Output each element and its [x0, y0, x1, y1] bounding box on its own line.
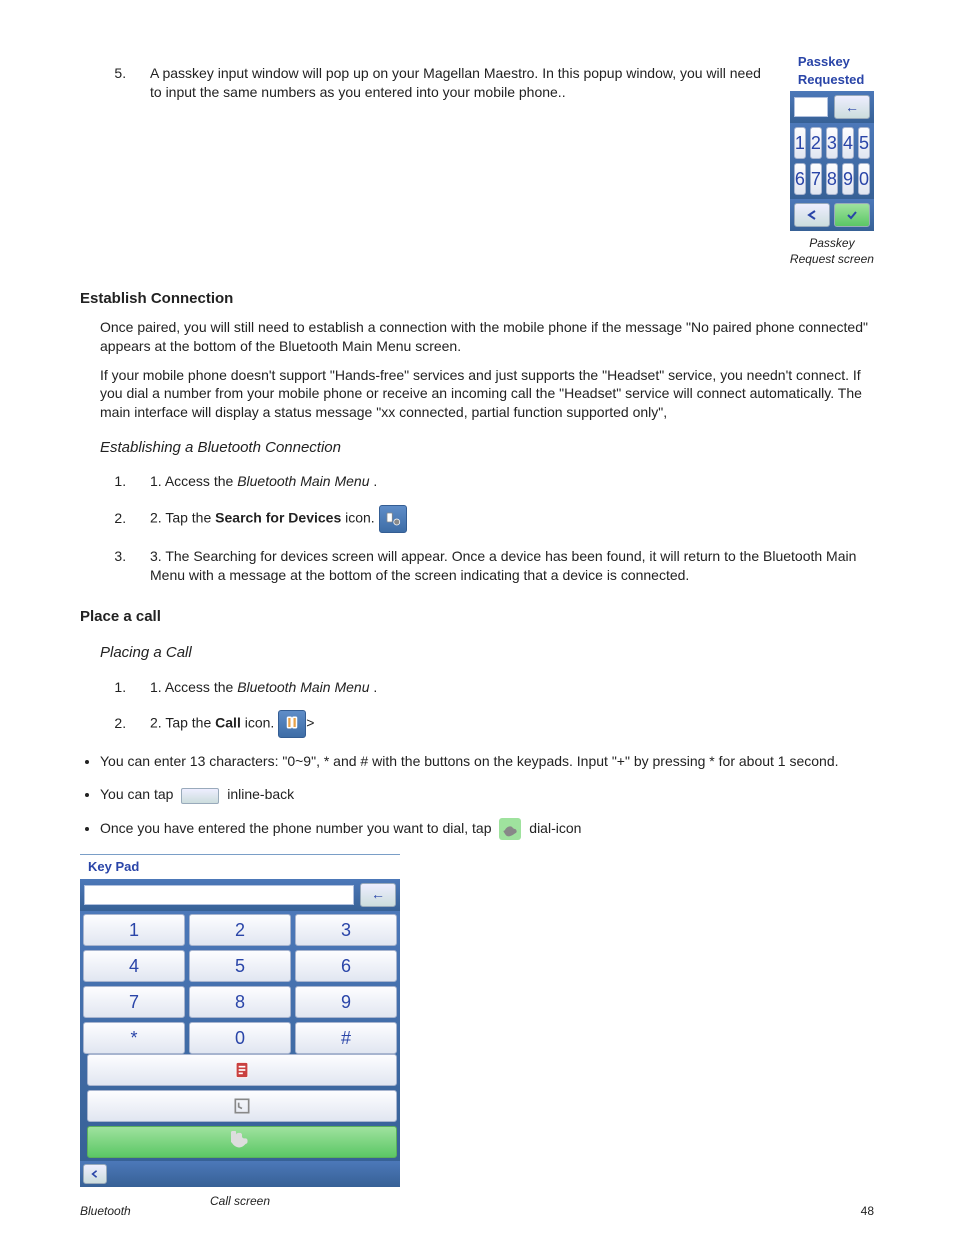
keypad-key-7[interactable]: 7 — [83, 986, 185, 1018]
keypad-nav-bar — [80, 1161, 400, 1187]
establish-para-2: If your mobile phone doesn't support "Ha… — [100, 366, 874, 423]
inline-dial-icon — [499, 818, 521, 840]
keypad-history-button[interactable] — [87, 1090, 397, 1122]
keypad-screen: Key Pad ← 1 2 3 4 5 6 7 8 9 * 0 # — [80, 854, 400, 1209]
placing-bullet-3: Once you have entered the phone number y… — [100, 818, 874, 840]
placing-step-2: 2. Tap the Call icon. > — [130, 710, 874, 738]
passkey-back-button[interactable]: ← — [834, 95, 870, 119]
keypad-key-1[interactable]: 1 — [83, 914, 185, 946]
passkey-nav-bar — [790, 199, 874, 231]
keypad-figure-wrap: Key Pad ← 1 2 3 4 5 6 7 8 9 * 0 # — [80, 854, 874, 1209]
footer-right: 48 — [861, 1203, 874, 1219]
passkey-key-0[interactable]: 0 — [858, 163, 870, 195]
passkey-screen: Passkey Requested ← 1 2 3 4 5 6 7 8 9 0 — [790, 50, 874, 267]
search-devices-icon — [379, 505, 407, 533]
keypad-contacts-button[interactable] — [87, 1054, 397, 1086]
keypad-key-8[interactable]: 8 — [189, 986, 291, 1018]
establish-step1-text: Access the Bluetooth Main Menu . — [165, 473, 377, 489]
passkey-nav-back[interactable] — [794, 203, 830, 227]
keypad-dial-button[interactable] — [87, 1126, 397, 1158]
inline-back-icon — [181, 788, 219, 804]
keypad-back-button[interactable]: ← — [360, 883, 396, 907]
passkey-key-1[interactable]: 1 — [794, 127, 806, 159]
keypad-input-field — [84, 885, 354, 905]
section-establish-heading: Establish Connection — [80, 289, 874, 309]
step5-row: A passkey input window will pop up on yo… — [80, 50, 874, 267]
section-place-heading: Place a call — [80, 607, 874, 627]
step5-item: A passkey input window will pop up on yo… — [130, 64, 770, 102]
keypad-number-grid: 1 2 3 4 5 6 7 8 9 * 0 # — [83, 914, 397, 1054]
keypad-key-6[interactable]: 6 — [295, 950, 397, 982]
subhead-establishing: Establishing a Bluetooth Connection — [100, 438, 874, 458]
passkey-input-row: ← — [790, 91, 874, 123]
placing-step2-text: Tap the Call icon. — [165, 715, 278, 731]
passkey-titlebar: Passkey Requested — [790, 50, 874, 91]
keypad-key-9[interactable]: 9 — [295, 986, 397, 1018]
keypad-title: Key Pad — [88, 859, 139, 874]
establish-step-3: 3. The Searching for devices screen will… — [130, 547, 874, 585]
step5-text: A passkey input window will pop up on yo… — [150, 65, 761, 100]
passkey-key-3[interactable]: 3 — [826, 127, 838, 159]
back-arrow-icon: ← — [845, 98, 859, 117]
passkey-key-9[interactable]: 9 — [842, 163, 854, 195]
keypad-key-5[interactable]: 5 — [189, 950, 291, 982]
establish-step-1: 1. Access the Bluetooth Main Menu . — [130, 472, 874, 491]
keypad-key-hash[interactable]: # — [295, 1022, 397, 1054]
passkey-nav-ok[interactable] — [834, 203, 870, 227]
keypad-side-col — [87, 1054, 397, 1158]
placing-step1-text: Access the Bluetooth Main Menu . — [165, 679, 377, 695]
establish-step2-text: Tap the Search for Devices icon. — [165, 510, 378, 526]
passkey-figure-wrap: Passkey Requested ← 1 2 3 4 5 6 7 8 9 0 — [790, 50, 874, 267]
bullet1-text: You can enter 13 characters: "0~9", * an… — [100, 753, 839, 769]
passkey-input-field — [794, 97, 828, 117]
keypad-titlebar: Key Pad — [80, 855, 400, 879]
keypad-key-3[interactable]: 3 — [295, 914, 397, 946]
passkey-key-7[interactable]: 7 — [810, 163, 822, 195]
bullet3-text: Once you have entered the phone number y… — [100, 820, 581, 836]
keypad-input-row: ← — [80, 879, 400, 911]
passkey-key-grid: 1 2 3 4 5 6 7 8 9 0 — [790, 123, 874, 199]
page-footer: Bluetooth 48 — [80, 1203, 874, 1219]
keypad-key-2[interactable]: 2 — [189, 914, 291, 946]
keypad-key-star[interactable]: * — [83, 1022, 185, 1054]
passkey-key-5[interactable]: 5 — [858, 127, 870, 159]
passkey-key-4[interactable]: 4 — [842, 127, 854, 159]
placing-bullet-2: You can tap inline-back — [100, 785, 874, 804]
keypad-back-arrow-icon: ← — [371, 885, 385, 904]
keypad-key-4[interactable]: 4 — [83, 950, 185, 982]
passkey-title: Passkey Requested — [798, 54, 864, 87]
passkey-key-8[interactable]: 8 — [826, 163, 838, 195]
keypad-nav-back[interactable] — [83, 1164, 107, 1184]
keypad-row-1: 1 2 3 4 5 6 7 8 9 * 0 # — [80, 911, 400, 1161]
keypad-key-0[interactable]: 0 — [189, 1022, 291, 1054]
placing-step-1: 1. Access the Bluetooth Main Menu . — [130, 678, 874, 697]
establish-step-2: 2. Tap the Search for Devices icon. — [130, 505, 874, 533]
bullet2-text: You can tap inline-back — [100, 786, 294, 802]
call-icon-tile — [278, 710, 306, 738]
passkey-caption: Passkey Request screen — [790, 235, 874, 267]
passkey-key-2[interactable]: 2 — [810, 127, 822, 159]
footer-left: Bluetooth — [80, 1203, 131, 1219]
passkey-key-6[interactable]: 6 — [794, 163, 806, 195]
establish-step3-text: The Searching for devices screen will ap… — [150, 548, 856, 583]
placing-bullet-1: You can enter 13 characters: "0~9", * an… — [100, 752, 874, 771]
subhead-placing: Placing a Call — [100, 643, 874, 663]
establish-para-1: Once paired, you will still need to esta… — [100, 318, 874, 356]
